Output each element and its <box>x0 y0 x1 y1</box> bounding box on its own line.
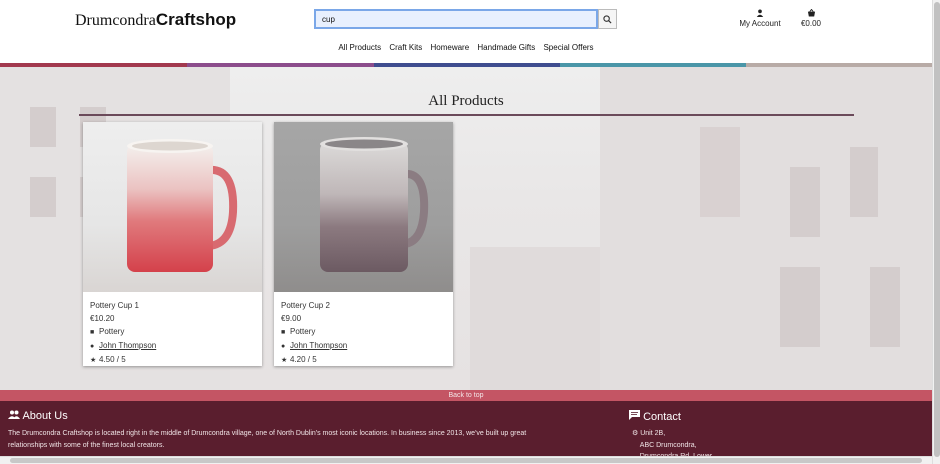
page: DrumcondraCraftshop My Account €0.00 All… <box>0 0 932 464</box>
site-footer: About Us The Drumcondra Craftshop is loc… <box>0 401 932 464</box>
site-logo[interactable]: DrumcondraCraftshop <box>75 10 236 30</box>
user-circle-icon: ● <box>90 343 95 350</box>
my-account-link[interactable]: My Account <box>735 9 785 28</box>
product-card[interactable]: Pottery Cup 2 €9.00 ■ Pottery ● John Thomp… <box>274 122 453 366</box>
scrollbar-thumb[interactable] <box>10 458 922 463</box>
vertical-scrollbar[interactable] <box>932 0 940 464</box>
briefcase-icon: ■ <box>90 329 95 336</box>
user-icon <box>735 9 785 19</box>
search-button[interactable] <box>598 9 617 29</box>
stripe-segment <box>374 63 560 67</box>
seller-link[interactable]: John Thompson <box>99 341 156 350</box>
chat-icon <box>629 410 640 420</box>
back-to-top-link[interactable]: Back to top <box>0 390 932 401</box>
stripe-segment <box>0 63 187 67</box>
site-header: DrumcondraCraftshop My Account €0.00 All… <box>0 0 932 63</box>
nav-handmade-gifts[interactable]: Handmade Gifts <box>477 43 535 52</box>
product-rating: ★ 4.20 / 5 <box>281 353 446 367</box>
nav-special-offers[interactable]: Special Offers <box>543 43 593 52</box>
product-info: Pottery Cup 2 €9.00 ■ Pottery ● John Thomp… <box>274 292 453 374</box>
horizontal-scrollbar[interactable] <box>0 456 932 464</box>
color-stripe <box>0 63 932 67</box>
my-account-label: My Account <box>739 19 781 28</box>
user-circle-icon: ● <box>281 343 286 350</box>
title-divider <box>79 114 854 116</box>
product-seller: ● John Thompson <box>281 339 446 353</box>
cart-link[interactable]: €0.00 <box>796 8 826 28</box>
location-icon: ⚙ <box>632 430 639 437</box>
seller-link[interactable]: John Thompson <box>290 341 347 350</box>
product-seller: ● John Thompson <box>90 339 255 353</box>
nav-homeware[interactable]: Homeware <box>430 43 469 52</box>
product-image[interactable] <box>83 122 262 292</box>
product-category: ■ Pottery <box>281 325 446 339</box>
product-info: Pottery Cup 1 €10.20 ■ Pottery ● John Thom… <box>83 292 262 374</box>
stripe-segment <box>746 63 932 67</box>
star-icon: ★ <box>90 357 97 364</box>
product-name[interactable]: Pottery Cup 2 <box>281 299 446 312</box>
basket-icon <box>796 8 826 19</box>
nav-craft-kits[interactable]: Craft Kits <box>389 43 422 52</box>
star-icon: ★ <box>281 357 288 364</box>
nav-all-products[interactable]: All Products <box>338 43 381 52</box>
page-title: All Products <box>428 93 504 109</box>
product-card[interactable]: Pottery Cup 1 €10.20 ■ Pottery ● John Thom… <box>83 122 262 366</box>
cart-total: €0.00 <box>800 19 822 28</box>
about-heading: About Us <box>8 410 68 422</box>
stripe-segment <box>187 63 374 67</box>
product-category: ■ Pottery <box>90 325 255 339</box>
search-input[interactable] <box>314 9 598 29</box>
users-icon <box>8 410 20 419</box>
briefcase-icon: ■ <box>281 329 286 336</box>
product-rating: ★ 4.50 / 5 <box>90 353 255 367</box>
main-nav: All Products Craft Kits Homeware Handmad… <box>0 43 932 52</box>
product-price: €9.00 <box>281 314 302 323</box>
product-price: €10.20 <box>90 314 115 323</box>
search-icon <box>603 14 612 24</box>
scrollbar-thumb[interactable] <box>934 2 940 457</box>
product-name[interactable]: Pottery Cup 1 <box>90 299 255 312</box>
stripe-segment <box>560 63 746 67</box>
contact-heading: Contact <box>629 410 681 423</box>
about-text: The Drumcondra Craftshop is located righ… <box>8 430 527 449</box>
product-image[interactable] <box>274 122 453 292</box>
